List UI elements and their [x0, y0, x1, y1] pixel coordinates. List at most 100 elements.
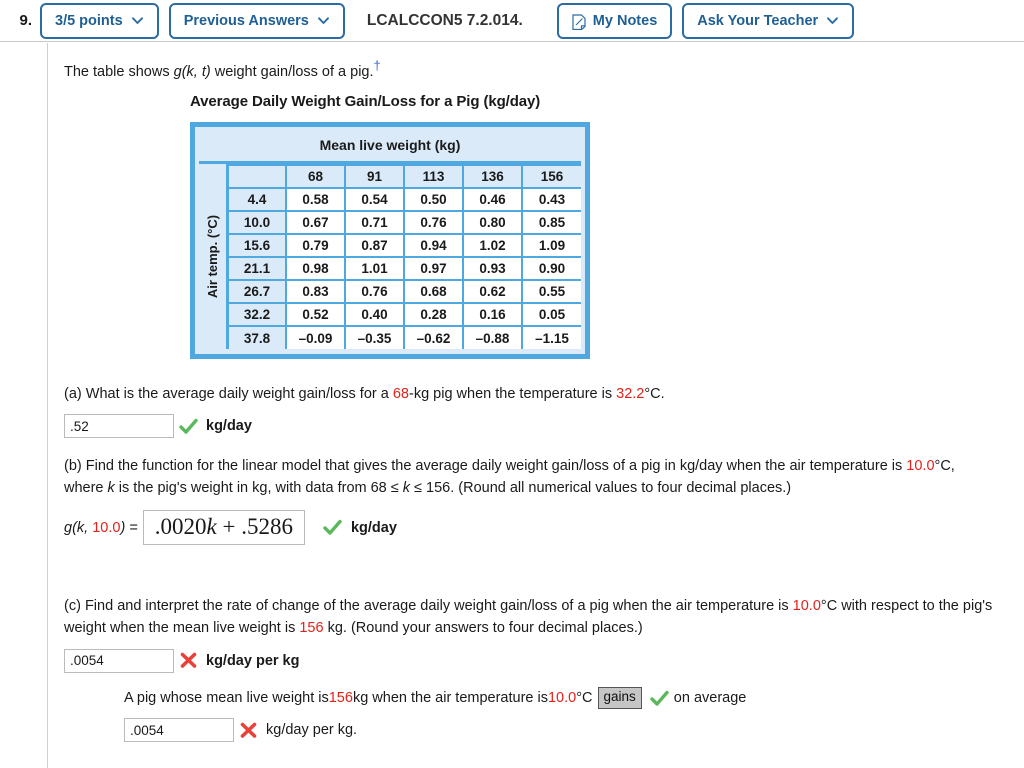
incorrect-cross-icon	[234, 721, 262, 739]
part-a-text-2: -kg pig when the temperature is	[408, 386, 617, 402]
table-cell: 0.62	[462, 279, 524, 304]
part-b-coef: .0020	[154, 513, 207, 539]
correct-check-icon	[646, 687, 674, 709]
table-cell: 0.05	[521, 302, 581, 327]
table-column-header: 91	[344, 164, 406, 189]
part-a-highlight-2: 32.2	[616, 386, 645, 402]
table-cell: 0.76	[403, 210, 465, 235]
table-cell: 0.67	[285, 210, 347, 235]
table-cell: 0.43	[521, 187, 581, 212]
table-row-header: 21.1	[229, 256, 288, 281]
part-a-highlight-1: 68	[392, 386, 409, 402]
table-cell: 0.58	[285, 187, 347, 212]
table-corner-cell	[229, 164, 288, 189]
incorrect-cross-icon	[174, 652, 202, 670]
table-axis-label: Air temp. (°C)	[199, 164, 229, 349]
part-b-answer-expression[interactable]: .0020k + .5286	[142, 509, 305, 546]
part-a-answer-input[interactable]	[64, 414, 174, 439]
ask-your-teacher-button[interactable]: Ask Your Teacher	[682, 2, 855, 39]
chevron-down-icon	[131, 14, 144, 27]
assignment-page: 9. 3/5 points Previous Answers LCALCCON5…	[0, 0, 1024, 768]
table-row: 26.7 0.83 0.76 0.68 0.62 0.55	[229, 279, 581, 304]
intro-after: weight gain/loss of a pig.	[210, 63, 374, 80]
table-cell: –0.88	[462, 325, 524, 349]
intro-before: The table shows	[64, 63, 174, 80]
table-row: 37.8 –0.09 –0.35 –0.62 –0.88 –1.15	[229, 325, 581, 349]
table-cell: 0.79	[285, 233, 347, 258]
interp-text-4: on average	[673, 689, 747, 706]
part-c-highlight-1: 10.0	[792, 598, 821, 614]
table-cell: 1.02	[462, 233, 524, 258]
figure-title: Average Daily Weight Gain/Loss for a Pig…	[190, 93, 541, 110]
correct-check-icon	[174, 417, 202, 435]
interpretation-answer-input[interactable]	[124, 718, 234, 743]
part-c-answer-row: kg/day per kg	[64, 648, 994, 673]
chevron-down-icon	[826, 14, 839, 27]
points-label: 3/5 points	[55, 12, 123, 29]
part-c-text-1: Find and interpret the rate of change of…	[84, 598, 793, 614]
part-a: (a) What is the average daily weight gai…	[64, 383, 964, 439]
table-cell: 0.83	[285, 279, 347, 304]
part-b: (b) Find the function for the linear mod…	[64, 455, 994, 546]
table-row-header: 37.8	[229, 325, 288, 349]
table-row-header: 26.7	[229, 279, 288, 304]
table-cell: –0.09	[285, 325, 347, 349]
my-notes-label: My Notes	[592, 12, 658, 29]
table-cell: 0.46	[462, 187, 524, 212]
part-b-var-k2: k	[402, 480, 411, 497]
document-note-icon	[572, 14, 586, 30]
table-column-header: 113	[403, 164, 465, 189]
intro-function: g(k, t)	[173, 63, 211, 80]
part-b-lhs-pre: g(k,	[64, 519, 93, 536]
table-cell: 0.52	[285, 302, 347, 327]
part-b-text-4: ≤ 156. (Round all numerical values to fo…	[410, 480, 792, 497]
gains-loses-dropdown[interactable]: gains	[597, 687, 642, 710]
interp-text-2: kg when the air temperature is	[352, 689, 548, 706]
table-row: 4.4 0.58 0.54 0.50 0.46 0.43	[229, 187, 581, 212]
axis-label-text: Air temp. (°C)	[205, 214, 221, 299]
table-cell: 0.68	[403, 279, 465, 304]
points-dropdown-button[interactable]: 3/5 points	[40, 2, 159, 39]
table-cell: 1.01	[344, 256, 406, 281]
part-a-label: (a)	[64, 386, 82, 402]
part-b-label: (b)	[64, 458, 82, 474]
figure-frame: Mean live weight (kg) Air temp. (°C) 68 9…	[190, 122, 590, 359]
intro-text: The table shows g(k, t) weight gain/loss…	[64, 58, 381, 80]
table-row-header: 32.2	[229, 302, 288, 327]
my-notes-button[interactable]: My Notes	[556, 2, 673, 39]
correct-check-icon	[319, 519, 347, 537]
table-top-header: Mean live weight (kg)	[199, 131, 581, 164]
table-cell: 0.71	[344, 210, 406, 235]
interp-text-3: °C	[576, 689, 593, 706]
part-c-label: (c)	[64, 598, 81, 614]
table-cell: 0.40	[344, 302, 406, 327]
part-b-text-1: Find the function for the linear model t…	[85, 458, 907, 474]
assignment-code: LCALCCON5 7.2.014.	[366, 11, 523, 29]
part-c-answer-input[interactable]	[64, 648, 174, 673]
part-c: (c) Find and interpret the rate of chang…	[64, 595, 994, 743]
left-gutter-rail	[0, 43, 48, 768]
table-cell: 0.98	[285, 256, 347, 281]
table-cell: 0.76	[344, 279, 406, 304]
table-row-header: 4.4	[229, 187, 288, 212]
table-column-header: 136	[462, 164, 524, 189]
part-c-unit: kg/day per kg	[206, 652, 300, 669]
table-cell: 0.50	[403, 187, 465, 212]
part-a-question: (a) What is the average daily weight gai…	[64, 383, 964, 405]
question-header-bar: 9. 3/5 points Previous Answers LCALCCON5…	[0, 0, 1024, 42]
interpretation-answer-row: kg/day per kg.	[124, 718, 994, 743]
part-a-answer-row: kg/day	[64, 414, 964, 439]
footnote-dagger-icon[interactable]: †	[374, 58, 381, 73]
part-c-interpretation: A pig whose mean live weight is 156 kg w…	[124, 687, 994, 743]
previous-answers-button[interactable]: Previous Answers	[168, 2, 345, 39]
table-cell: 0.28	[403, 302, 465, 327]
table-cell: 0.93	[462, 256, 524, 281]
ask-teacher-label: Ask Your Teacher	[697, 12, 819, 29]
part-c-text-3: kg. (Round your answers to four decimal …	[323, 620, 643, 637]
interpretation-sentence: A pig whose mean live weight is 156 kg w…	[124, 687, 994, 710]
part-c-question: (c) Find and interpret the rate of chang…	[64, 595, 994, 640]
part-a-unit: kg/day	[206, 418, 252, 435]
part-c-highlight-2: 156	[299, 620, 324, 637]
table-cell: 0.85	[521, 210, 581, 235]
data-table-figure: Average Daily Weight Gain/Loss for a Pig…	[190, 93, 590, 359]
